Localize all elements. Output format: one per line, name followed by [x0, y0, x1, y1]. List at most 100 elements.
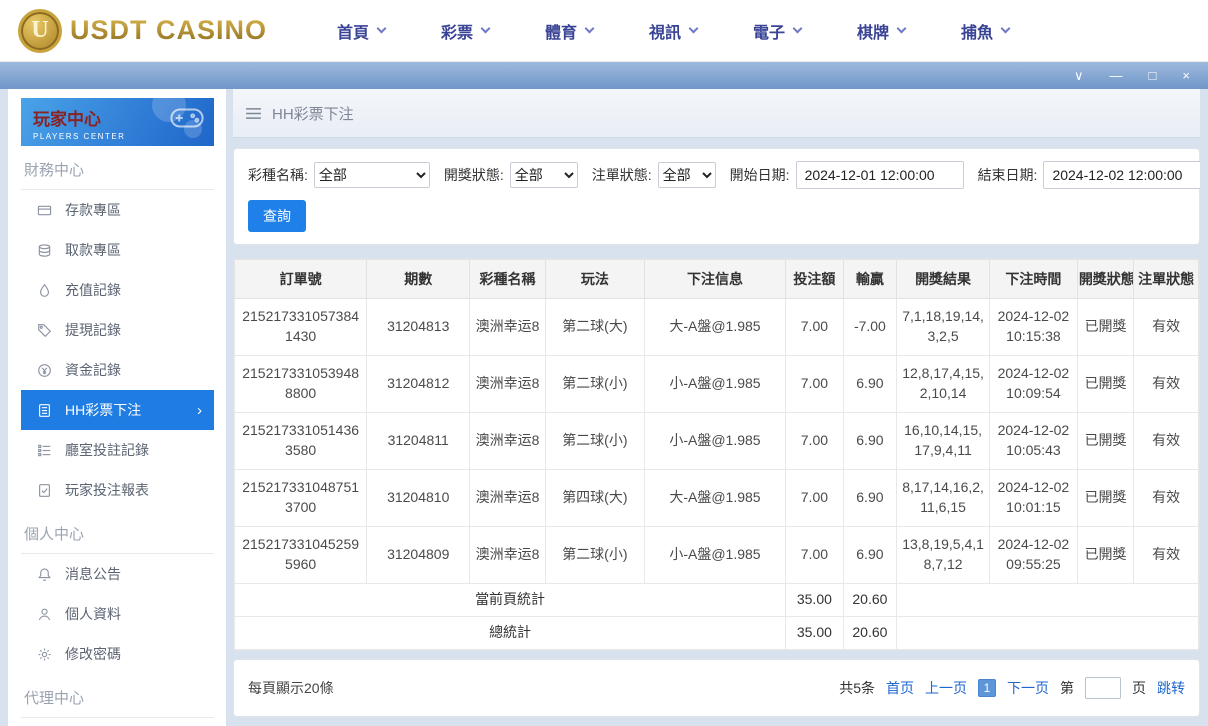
prev-page-link[interactable]: 上一页 — [925, 678, 967, 698]
filter-label: 彩種名稱: — [248, 167, 308, 183]
cell-bet-status: 有效 — [1133, 412, 1199, 470]
cell-bet-amount: 7.00 — [785, 469, 844, 527]
nav-item-lottery[interactable]: 彩票 — [413, 19, 517, 43]
hamburger-menu-icon[interactable] — [245, 107, 262, 120]
cell-period: 31204810 — [366, 469, 471, 527]
filter-lottery-name: 彩種名稱: 全部 — [248, 162, 430, 188]
brand-name: USDT CASINO — [70, 15, 268, 45]
current-page-indicator[interactable]: 1 — [978, 679, 996, 697]
window-title-bar: ∨ — □ × — [0, 62, 1208, 89]
cell-order-no: 2152173310452595960 — [234, 526, 368, 584]
main-content: HH彩票下注 彩種名稱: 全部 開獎狀態: 全部 注單狀態: 全部 開始日期: … — [233, 89, 1200, 726]
nav-item-home[interactable]: 首頁 — [309, 19, 413, 43]
col-header-lottery-name: 彩種名稱 — [469, 259, 546, 299]
table-row: 2152173310539488800 31204812 澳洲幸运8 第二球(小… — [234, 355, 1199, 413]
person-icon — [38, 608, 51, 620]
cell-draw-status: 已開獎 — [1076, 355, 1135, 413]
droplet-icon — [39, 283, 50, 297]
total-count-text: 共5条 — [839, 680, 875, 696]
cell-bet-status: 有效 — [1133, 298, 1199, 356]
sidebar-item-withdraw[interactable]: 取款專區 — [21, 230, 214, 270]
start-date-input[interactable] — [795, 161, 964, 189]
table-row: 2152173310487513700 31204810 澳洲幸运8 第四球(大… — [234, 469, 1199, 527]
sidebar-item-profile[interactable]: 個人資料 — [21, 594, 214, 634]
table-header-row: 訂單號 期數 彩種名稱 玩法 下注信息 投注額 輸贏 開獎結果 下注時間 開獎狀… — [234, 259, 1199, 299]
nav-label: 捕魚 — [961, 24, 994, 42]
summary-label: 當前頁統計 — [234, 583, 787, 617]
cell-period: 31204811 — [366, 412, 471, 470]
section-finance-center: 財務中心 — [21, 159, 214, 190]
chevron-down-icon — [896, 23, 907, 34]
cell-draw-result: 13,8,19,5,4,18,7,12 — [896, 526, 990, 584]
cell-bet-info: 小-A盤@1.985 — [643, 412, 787, 470]
chevron-right-icon: › — [197, 401, 202, 419]
sidebar-item-player-bet-report[interactable]: 玩家投注報表 — [21, 470, 214, 510]
logo-letter: U — [31, 17, 49, 43]
cell-lottery-name: 澳洲幸运8 — [469, 469, 546, 527]
main-nav: 首頁 彩票 體育 視訊 電子 棋牌 捕魚 — [309, 19, 1037, 43]
cell-draw-status: 已開獎 — [1076, 526, 1135, 584]
page-title: HH彩票下注 — [272, 105, 354, 123]
cell-win-loss: 6.90 — [842, 469, 898, 527]
end-date-input[interactable] — [1043, 161, 1200, 189]
cell-bet-time: 2024-12-02 10:15:38 — [989, 298, 1078, 356]
cell-play: 第二球(小) — [544, 355, 645, 413]
window-minimize-icon[interactable]: — — [1110, 69, 1123, 82]
filter-label: 開獎狀態: — [443, 167, 504, 183]
cell-bet-status: 有效 — [1133, 469, 1199, 527]
sidebar-item-change-password[interactable]: 修改密碼 — [21, 634, 214, 674]
summary-label: 總統計 — [234, 616, 787, 650]
sidebar-item-cashout-records[interactable]: 提現記錄 — [21, 310, 214, 350]
pagination-controls: 共5条 首页 上一页 1 下一页 第 页 跳转 — [839, 677, 1185, 699]
search-button[interactable]: 查詢 — [248, 200, 306, 232]
cell-bet-status: 有效 — [1133, 355, 1199, 413]
jump-button[interactable]: 跳转 — [1157, 678, 1185, 698]
bet-status-select[interactable]: 全部 — [657, 162, 716, 188]
page-size-text: 每頁顯示20條 — [248, 680, 334, 696]
nav-item-fishing[interactable]: 捕魚 — [933, 19, 1037, 43]
sidebar-item-label: 玩家投注報表 — [65, 482, 149, 498]
logo-coin-icon: U — [18, 8, 62, 53]
chevron-down-icon — [480, 23, 491, 34]
sidebar-item-label: 提現記錄 — [65, 322, 121, 338]
cell-play: 第二球(小) — [544, 526, 645, 584]
cell-period: 31204809 — [366, 526, 471, 584]
next-page-link[interactable]: 下一页 — [1007, 678, 1049, 698]
nav-item-sports[interactable]: 體育 — [517, 19, 621, 43]
nav-item-egames[interactable]: 電子 — [725, 19, 829, 43]
hall-records-icon — [38, 444, 51, 456]
window-maximize-icon[interactable]: □ — [1149, 69, 1157, 82]
nav-label: 視訊 — [649, 24, 682, 42]
breadcrumb-bar: HH彩票下注 — [233, 89, 1200, 138]
brand-logo: U USDT CASINO — [18, 8, 268, 53]
cell-win-loss: 6.90 — [842, 526, 898, 584]
nav-label: 首頁 — [337, 24, 370, 42]
sidebar-item-hh-lottery-bets[interactable]: HH彩票下注 › — [21, 390, 214, 430]
page-summary-row: 當前頁統計 35.00 20.60 — [234, 583, 1199, 617]
gamepad-icon — [170, 108, 204, 128]
draw-status-select[interactable]: 全部 — [509, 162, 578, 188]
cell-draw-status: 已開獎 — [1076, 469, 1135, 527]
sidebar-item-label: 個人資料 — [65, 606, 121, 622]
sidebar-item-recharge-records[interactable]: 充值記錄 — [21, 270, 214, 310]
cell-bet-info: 大-A盤@1.985 — [643, 298, 787, 356]
cell-draw-result: 16,10,14,15,17,9,4,11 — [896, 412, 990, 470]
nav-item-video[interactable]: 視訊 — [621, 19, 725, 43]
sidebar-item-funds-records[interactable]: 資金記錄 — [21, 350, 214, 390]
cell-bet-amount: 7.00 — [785, 526, 844, 584]
cell-order-no: 2152173310539488800 — [234, 355, 368, 413]
jump-page-input[interactable] — [1085, 677, 1121, 699]
lottery-name-select[interactable]: 全部 — [313, 162, 430, 188]
window-close-icon[interactable]: × — [1182, 69, 1190, 82]
first-page-link[interactable]: 首页 — [886, 678, 914, 698]
nav-label: 體育 — [545, 24, 578, 42]
nav-item-cards[interactable]: 棋牌 — [829, 19, 933, 43]
sidebar-item-label: 消息公告 — [65, 566, 121, 582]
sidebar-item-deposit[interactable]: 存款專區 — [21, 190, 214, 230]
top-header: U USDT CASINO 首頁 彩票 體育 視訊 電子 棋牌 捕魚 — [0, 0, 1208, 62]
summary-bet-total: 35.00 — [785, 583, 844, 617]
window-collapse-icon[interactable]: ∨ — [1074, 69, 1084, 82]
cell-draw-result: 7,1,18,19,14,3,2,5 — [896, 298, 990, 356]
sidebar-item-announcements[interactable]: 消息公告 — [21, 554, 214, 594]
sidebar-item-hall-bet-records[interactable]: 廳室投註記錄 — [21, 430, 214, 470]
